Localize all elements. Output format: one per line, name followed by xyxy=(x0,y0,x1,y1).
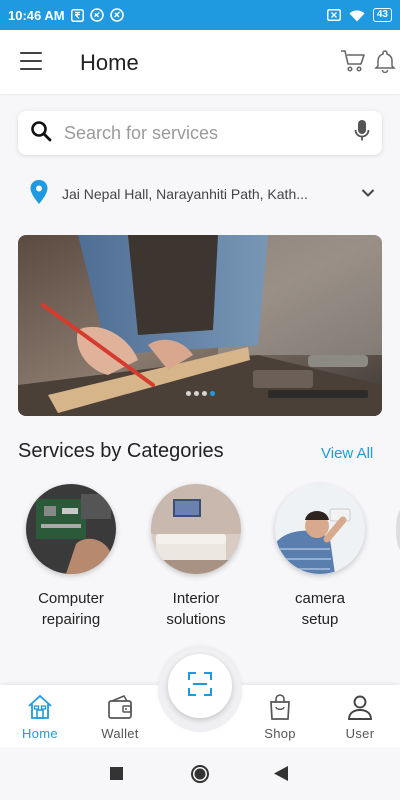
menu-icon[interactable] xyxy=(20,52,42,70)
status-bar: 10:46 AM 43 xyxy=(0,0,400,30)
nav-label: Shop xyxy=(264,726,296,741)
search-input[interactable] xyxy=(64,122,334,144)
location-text: Jai Nepal Hall, Narayanhiti Path, Kath..… xyxy=(62,186,308,202)
sim-off-icon xyxy=(326,9,341,21)
category-label: repairing xyxy=(41,611,101,628)
location-pin-icon xyxy=(30,179,48,209)
category-image xyxy=(151,484,241,574)
nav-label: User xyxy=(345,726,375,741)
wifi-icon xyxy=(349,9,365,22)
home-icon xyxy=(26,694,54,724)
shopping-bag-icon xyxy=(266,694,294,724)
nav-item-wallet[interactable]: Wallet xyxy=(90,693,150,741)
notification-bell-icon[interactable] xyxy=(374,49,396,78)
location-selector[interactable]: Jai Nepal Hall, Narayanhiti Path, Kath..… xyxy=(30,179,375,209)
nav-item-user[interactable]: User xyxy=(330,693,390,741)
microphone-icon[interactable] xyxy=(354,119,370,148)
category-item-partial[interactable] xyxy=(396,510,400,550)
category-label: Interior xyxy=(172,590,220,607)
nav-label: Home xyxy=(22,726,58,741)
carousel-indicator xyxy=(186,391,215,396)
scan-button[interactable] xyxy=(168,654,232,718)
app-notification-icon xyxy=(89,8,104,22)
chevron-down-icon[interactable] xyxy=(361,185,375,203)
category-item-interior-solutions[interactable]: Interior solutions xyxy=(141,484,251,630)
home-circle-icon[interactable] xyxy=(190,764,210,789)
nav-item-home[interactable]: Home xyxy=(10,693,70,741)
app-notification-icon-2 xyxy=(109,8,124,22)
nav-label: Wallet xyxy=(101,726,139,741)
promo-banner[interactable] xyxy=(18,235,382,416)
category-image xyxy=(26,484,116,574)
battery-indicator: 43 xyxy=(372,8,392,22)
app-bar: Home xyxy=(0,30,400,94)
category-item-camera-setup[interactable]: camera setup xyxy=(265,484,375,630)
section-title: Services by Categories xyxy=(18,440,224,462)
view-all-link[interactable]: View All xyxy=(321,445,373,462)
recent-apps-icon[interactable] xyxy=(110,767,123,785)
cart-icon[interactable] xyxy=(340,49,366,78)
page-title: Home xyxy=(80,50,139,75)
category-label: Computer xyxy=(38,590,104,607)
category-item-computer-repairing[interactable]: Computer repairing xyxy=(16,484,126,630)
category-label: camera xyxy=(294,590,346,607)
status-time: 10:46 AM xyxy=(8,7,65,23)
system-navigation-bar xyxy=(0,747,400,800)
search-icon xyxy=(30,120,52,147)
search-bar[interactable] xyxy=(18,111,382,155)
category-label: setup xyxy=(301,611,339,628)
nav-item-shop[interactable]: Shop xyxy=(250,693,310,741)
back-icon[interactable] xyxy=(274,766,288,786)
scan-button-container xyxy=(158,648,242,732)
category-label: solutions xyxy=(166,611,226,628)
wallet-icon xyxy=(106,695,134,724)
banner-image xyxy=(18,235,382,416)
category-image xyxy=(275,484,365,574)
rupee-notification-icon xyxy=(70,8,84,22)
user-icon xyxy=(346,695,374,724)
scan-icon xyxy=(187,671,213,702)
